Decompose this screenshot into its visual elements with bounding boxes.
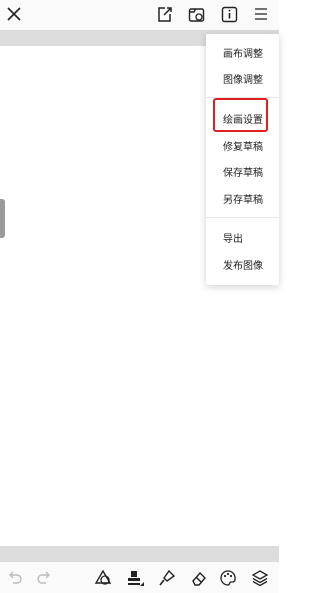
eraser-icon[interactable] <box>189 569 207 587</box>
image-import-icon[interactable] <box>188 6 206 23</box>
menu-divider <box>206 217 279 218</box>
brush-icon[interactable] <box>158 569 176 587</box>
palette-icon[interactable] <box>219 569 237 587</box>
canvas-gutter-bottom <box>0 546 279 562</box>
stamp-icon[interactable] <box>125 569 145 587</box>
info-icon[interactable] <box>221 6 238 23</box>
menu-item-export[interactable]: 导出 <box>206 227 279 253</box>
undo-icon[interactable] <box>7 569 23 585</box>
shape-icon[interactable] <box>94 569 112 587</box>
menu-item-publish-image[interactable]: 发布图像 <box>206 254 279 280</box>
highlight-annotation <box>213 98 268 132</box>
bottom-toolbar <box>0 562 279 593</box>
menu-item-canvas-adjust[interactable]: 画布调整 <box>206 42 279 68</box>
top-toolbar <box>0 0 279 30</box>
edit-share-icon[interactable] <box>156 6 173 23</box>
overflow-menu: 画布调整 图像调整 绘画设置 修复草稿 保存草稿 另存草稿 导出 发布图像 <box>206 34 279 285</box>
side-drawer-handle[interactable] <box>0 199 5 238</box>
redo-icon[interactable] <box>36 569 52 585</box>
menu-item-save-draft[interactable]: 保存草稿 <box>206 161 279 187</box>
close-icon[interactable] <box>6 6 22 22</box>
menu-icon[interactable] <box>254 7 268 21</box>
menu-item-save-draft-as[interactable]: 另存草稿 <box>206 188 279 214</box>
menu-item-image-adjust[interactable]: 图像调整 <box>206 68 279 94</box>
layers-icon[interactable] <box>251 569 269 587</box>
menu-item-repair-draft[interactable]: 修复草稿 <box>206 135 279 161</box>
